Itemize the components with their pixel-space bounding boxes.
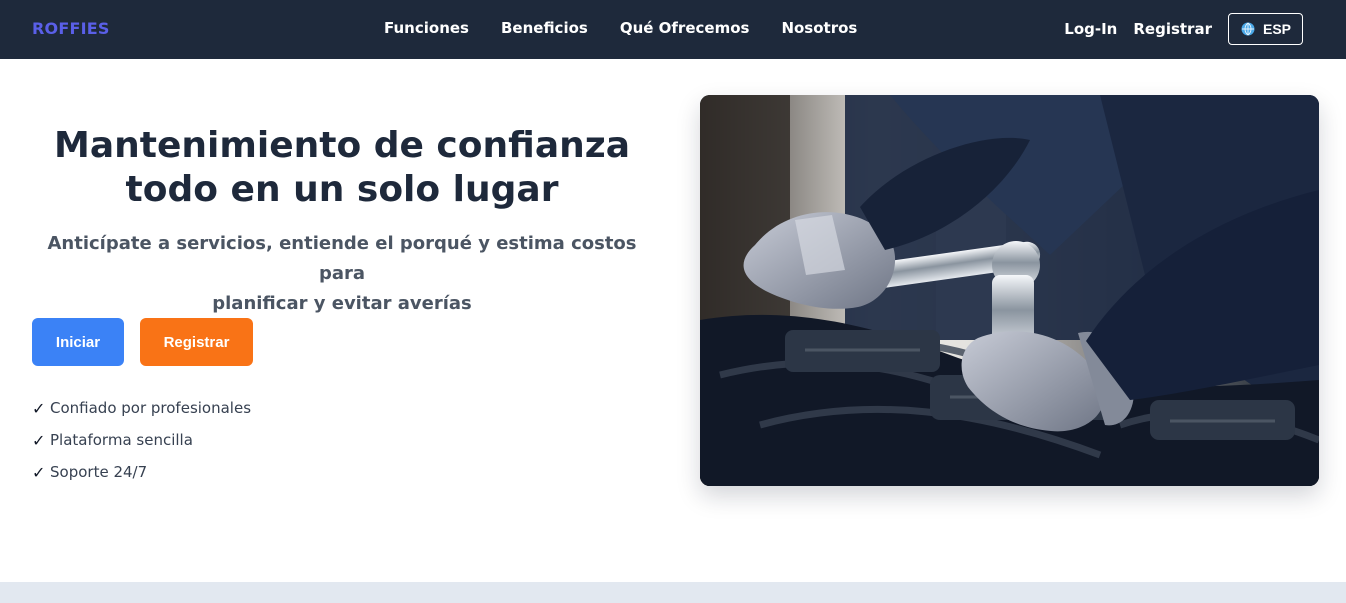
hero-text-block: Mantenimiento de confianza todo en un so…: [32, 124, 652, 319]
hero-title-line-1: Mantenimiento de confianza: [54, 125, 630, 166]
nav-link-nosotros[interactable]: Nosotros: [781, 19, 857, 37]
next-section-band: [0, 582, 1346, 603]
language-button[interactable]: ESP: [1227, 13, 1303, 45]
hero-subtitle-line-1: Anticípate a servicios, entiende el porq…: [47, 233, 637, 284]
hero-subtitle-line-2: planificar y evitar averías: [212, 293, 472, 314]
nav-link-funciones[interactable]: Funciones: [384, 19, 469, 37]
start-button[interactable]: Iniciar: [32, 318, 124, 366]
feature-item: ✓ Plataforma sencilla: [32, 424, 251, 456]
login-link[interactable]: Log-In: [1064, 20, 1117, 38]
feature-label: Confiado por profesionales: [50, 399, 252, 417]
feature-label: Plataforma sencilla: [50, 431, 193, 449]
mechanic-working-on-engine-image: [700, 95, 1319, 486]
feature-item: ✓ Confiado por profesionales: [32, 392, 251, 424]
nav-link-que-ofrecemos[interactable]: Qué Ofrecemos: [620, 19, 750, 37]
globe-icon: [1241, 22, 1255, 36]
engine-repair-illustration: [700, 95, 1319, 486]
register-link[interactable]: Registrar: [1133, 20, 1212, 38]
check-icon: ✓: [32, 398, 46, 418]
register-button[interactable]: Registrar: [140, 318, 253, 366]
top-navbar: ROFFIES Funciones Beneficios Qué Ofrecem…: [0, 0, 1346, 59]
hero-actions: Iniciar Registrar: [32, 318, 253, 366]
nav-actions: Log-In Registrar ESP: [1064, 13, 1303, 45]
hero-title-line-2: todo en un solo lugar: [125, 169, 559, 210]
brand-logo[interactable]: ROFFIES: [32, 19, 110, 38]
feature-item: ✓ Soporte 24/7: [32, 456, 251, 488]
hero-title: Mantenimiento de confianza todo en un so…: [32, 124, 652, 212]
feature-label: Soporte 24/7: [50, 463, 148, 481]
nav-link-beneficios[interactable]: Beneficios: [501, 19, 588, 37]
language-label: ESP: [1262, 21, 1291, 37]
main-navigation: Funciones Beneficios Qué Ofrecemos Nosot…: [384, 19, 857, 37]
feature-list: ✓ Confiado por profesionales ✓ Plataform…: [32, 392, 251, 488]
hero-subtitle: Anticípate a servicios, entiende el porq…: [32, 229, 652, 319]
check-icon: ✓: [32, 430, 46, 450]
check-icon: ✓: [32, 462, 46, 482]
